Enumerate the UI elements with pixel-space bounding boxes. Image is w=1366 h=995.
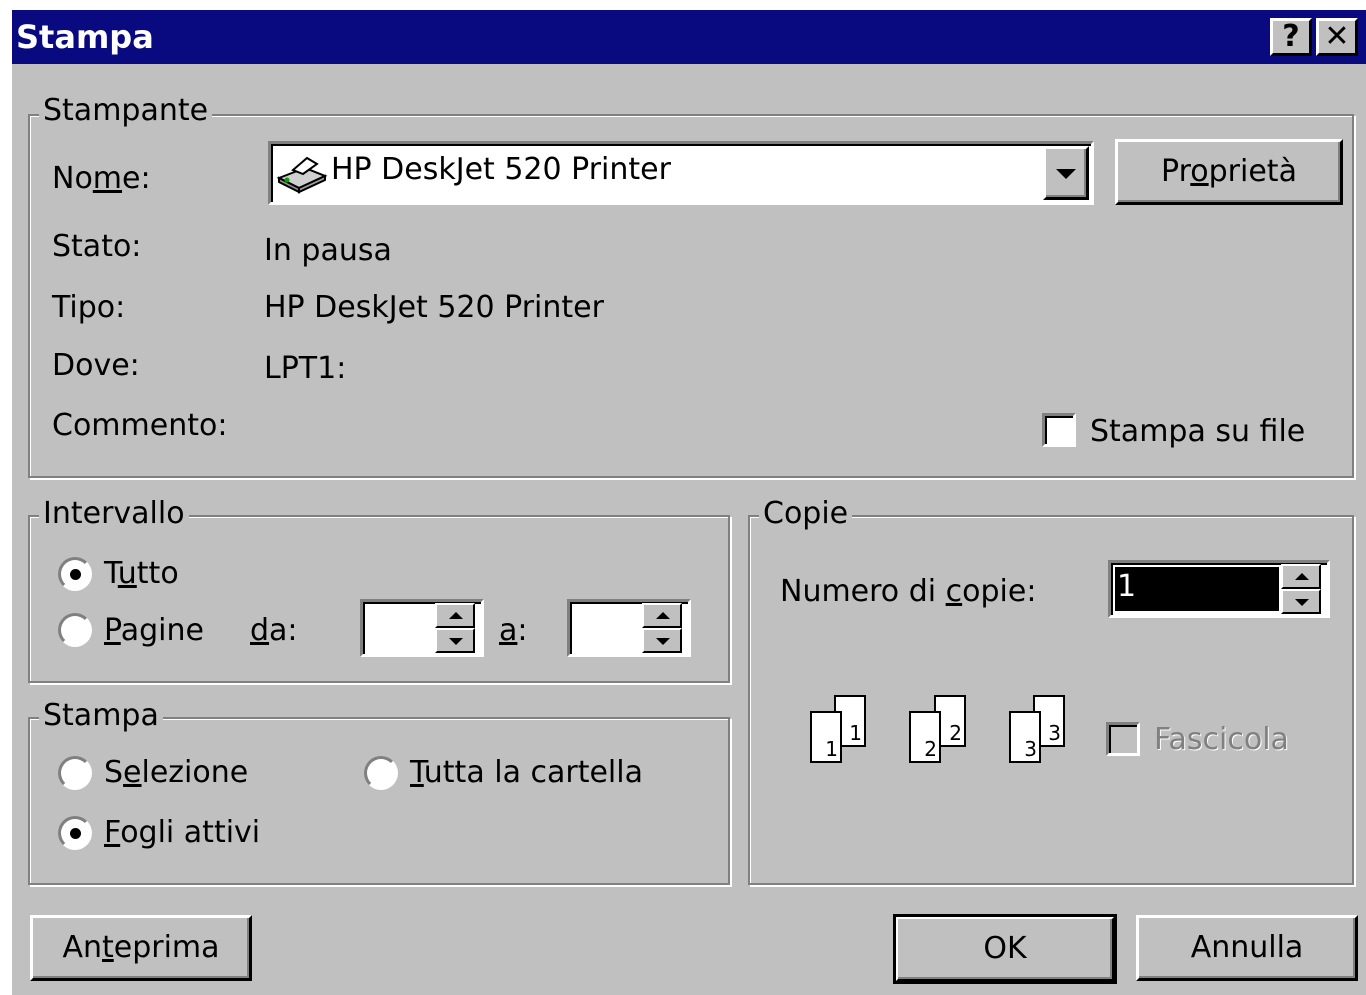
print-what-group: [28, 717, 730, 885]
page-front-3: 3: [1009, 711, 1041, 763]
radio-selection-label[interactable]: Selezione: [104, 755, 248, 791]
print-what-group-label: Stampa: [39, 699, 163, 733]
copies-spinner[interactable]: [1281, 564, 1321, 614]
from-page-input[interactable]: [360, 599, 484, 657]
ok-button[interactable]: OK: [893, 914, 1117, 984]
radio-active-sheets[interactable]: [58, 816, 92, 850]
print-to-file-checkbox[interactable]: [1042, 413, 1076, 447]
printer-name-value: HP DeskJet 520 Printer: [331, 152, 671, 187]
radio-pages[interactable]: [58, 613, 92, 647]
properties-button[interactable]: Proprietà: [1115, 139, 1343, 205]
combo-dropdown-button[interactable]: [1043, 146, 1089, 200]
from-page-spinner[interactable]: [435, 603, 475, 653]
radio-entire-workbook-label[interactable]: Tutta la cartella: [410, 755, 643, 791]
radio-pages-label[interactable]: Pagine: [104, 613, 204, 649]
comment-label: Commento:: [52, 408, 228, 443]
to-page-input[interactable]: [567, 599, 691, 657]
spin-down-button[interactable]: [435, 628, 475, 653]
print-dialog: Stampa ? ✕ Stampante Nome: HP DeskJet 52…: [12, 10, 1366, 995]
where-label: Dove:: [52, 348, 140, 383]
spin-up-button[interactable]: [435, 603, 475, 628]
arrow-up-icon: [449, 612, 463, 619]
status-value: In pausa: [264, 233, 392, 268]
printer-group-label: Stampante: [39, 94, 213, 128]
type-value: HP DeskJet 520 Printer: [264, 290, 604, 325]
title-bar[interactable]: Stampa ? ✕: [12, 10, 1366, 64]
page-front-2: 2: [909, 711, 941, 763]
cancel-button[interactable]: Annulla: [1136, 915, 1358, 981]
close-button[interactable]: ✕: [1316, 18, 1358, 56]
spin-up-button[interactable]: [642, 603, 682, 628]
copies-value: 1: [1117, 569, 1137, 604]
arrow-down-icon: [1295, 599, 1309, 606]
radio-entire-workbook[interactable]: [364, 756, 398, 790]
status-label: Stato:: [52, 229, 142, 264]
chevron-down-icon: [1056, 169, 1076, 179]
radio-selection[interactable]: [58, 756, 92, 790]
type-label: Tipo:: [52, 290, 126, 325]
radio-selected-dot: [70, 569, 81, 580]
spin-down-button[interactable]: [642, 628, 682, 653]
to-page-spinner[interactable]: [642, 603, 682, 653]
radio-all-label[interactable]: Tutto: [104, 556, 179, 592]
number-of-copies-input[interactable]: 1: [1108, 560, 1330, 618]
arrow-down-icon: [656, 638, 670, 645]
collate-checkbox[interactable]: [1106, 722, 1140, 756]
help-button[interactable]: ?: [1270, 18, 1312, 56]
print-to-file-label[interactable]: Stampa su file: [1090, 414, 1305, 450]
number-of-copies-label: Numero di copie:: [780, 574, 1037, 609]
radio-all[interactable]: [58, 557, 92, 591]
spin-up-button[interactable]: [1281, 564, 1321, 589]
name-label: Nome:: [52, 161, 151, 196]
where-value: LPT1:: [264, 351, 347, 386]
preview-button[interactable]: Anteprima: [30, 915, 252, 981]
arrow-up-icon: [656, 612, 670, 619]
from-label: da:: [250, 613, 298, 648]
copies-group-label: Copie: [759, 497, 853, 531]
page-front-1: 1: [810, 711, 842, 763]
to-label: a:: [499, 613, 528, 648]
window-title: Stampa: [16, 18, 154, 56]
radio-selected-dot: [70, 828, 81, 839]
range-group-label: Intervallo: [39, 497, 189, 531]
collate-label[interactable]: Fascicola: [1154, 722, 1289, 758]
arrow-up-icon: [1295, 573, 1309, 580]
copies-selection-highlight: [1115, 567, 1279, 611]
spin-down-button[interactable]: [1281, 589, 1321, 614]
printer-name-combo[interactable]: HP DeskJet 520 Printer: [268, 141, 1094, 205]
printer-icon: [276, 156, 328, 194]
arrow-down-icon: [449, 638, 463, 645]
radio-active-sheets-label[interactable]: Fogli attivi: [104, 815, 260, 851]
